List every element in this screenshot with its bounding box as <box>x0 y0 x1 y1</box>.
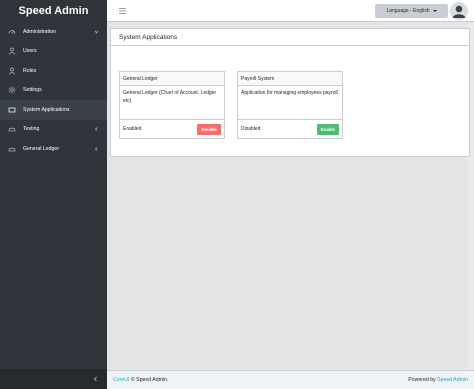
layers-icon <box>7 105 16 114</box>
language-dropdown[interactable]: Language - English <box>375 4 448 18</box>
sidebar-item-settings[interactable]: Settings <box>0 81 107 101</box>
roles-icon <box>7 66 16 75</box>
sidebar-item-label: Users <box>23 48 37 55</box>
speedometer-icon <box>7 27 16 36</box>
caret-down-icon <box>432 10 437 12</box>
enable-button[interactable]: Enable <box>316 124 339 135</box>
sidebar-item-general-ledger[interactable]: General Ledger <box>0 139 107 159</box>
flask-icon <box>7 125 16 134</box>
language-label: Language - English <box>386 8 430 14</box>
page-footer: CoreUI © Speed Admin. Powered by Speed A… <box>107 370 474 389</box>
sidebar-minimizer[interactable] <box>0 369 107 389</box>
chevron-left-icon <box>93 376 98 384</box>
app-card-general-ledger: General Ledger General Ledger (Chart of … <box>119 71 225 139</box>
sidebar-item-roles[interactable]: Roles <box>0 61 107 81</box>
sidebar-item-label: General Ledger <box>23 145 60 152</box>
footer-copyright: © Speed Admin. <box>130 377 169 383</box>
sidebar-item-users[interactable]: Users <box>0 42 107 62</box>
footer-left: CoreUI © Speed Admin. <box>113 377 168 383</box>
app-status: Enabled <box>123 126 142 132</box>
user-icon <box>7 47 16 56</box>
app-card-title: Payroll System <box>238 72 342 86</box>
sidebar-item-label: System Applications <box>23 106 70 113</box>
app-card-payroll-system: Payroll System Application for managing … <box>237 71 343 139</box>
sidebar: Speed Admin Administration Users Roles S… <box>0 0 107 389</box>
chevron-left-icon <box>94 146 99 151</box>
sidebar-item-system-applications[interactable]: System Applications <box>0 100 107 120</box>
app-card-footer: Enabled Disable <box>120 119 224 138</box>
speed-admin-link[interactable]: Speed Admin <box>437 377 468 383</box>
coreui-link[interactable]: CoreUI <box>113 377 129 383</box>
sidebar-item-testing[interactable]: Testing <box>0 120 107 140</box>
footer-right: Powered by Speed Admin <box>408 377 468 383</box>
sidebar-item-label: Testing <box>23 126 40 133</box>
user-avatar-icon <box>450 2 468 20</box>
gear-icon <box>7 86 16 95</box>
sidebar-item-label: Administration <box>23 28 56 35</box>
brand-logo[interactable]: Speed Admin <box>0 0 107 22</box>
sidebar-item-administration[interactable]: Administration <box>0 22 107 42</box>
sidebar-item-label: Settings <box>23 87 42 94</box>
app-card-footer: Disabled Enable <box>238 119 342 138</box>
footer-powered-by: Powered by <box>408 377 436 383</box>
sidebar-nav: Administration Users Roles Settings Syst… <box>0 22 107 159</box>
disable-button[interactable]: Disable <box>197 124 221 135</box>
app-card-description: General Ledger (Chart of Account, Ledger… <box>123 90 217 104</box>
page-title: System Applications <box>111 29 469 46</box>
sidebar-item-label: Roles <box>23 67 37 74</box>
hamburger-menu-icon[interactable] <box>119 8 126 14</box>
ledger-icon <box>7 144 16 153</box>
top-navbar: Language - English <box>107 0 474 22</box>
system-applications-panel: System Applications General Ledger Gener… <box>110 28 470 157</box>
avatar[interactable] <box>450 2 468 20</box>
app-card-description: Application for managing employees payro… <box>241 90 338 96</box>
app-status: Disabled <box>241 126 261 132</box>
chevron-left-icon <box>94 127 99 132</box>
app-card-title: General Ledger <box>120 72 224 86</box>
chevron-down-icon <box>94 29 99 34</box>
